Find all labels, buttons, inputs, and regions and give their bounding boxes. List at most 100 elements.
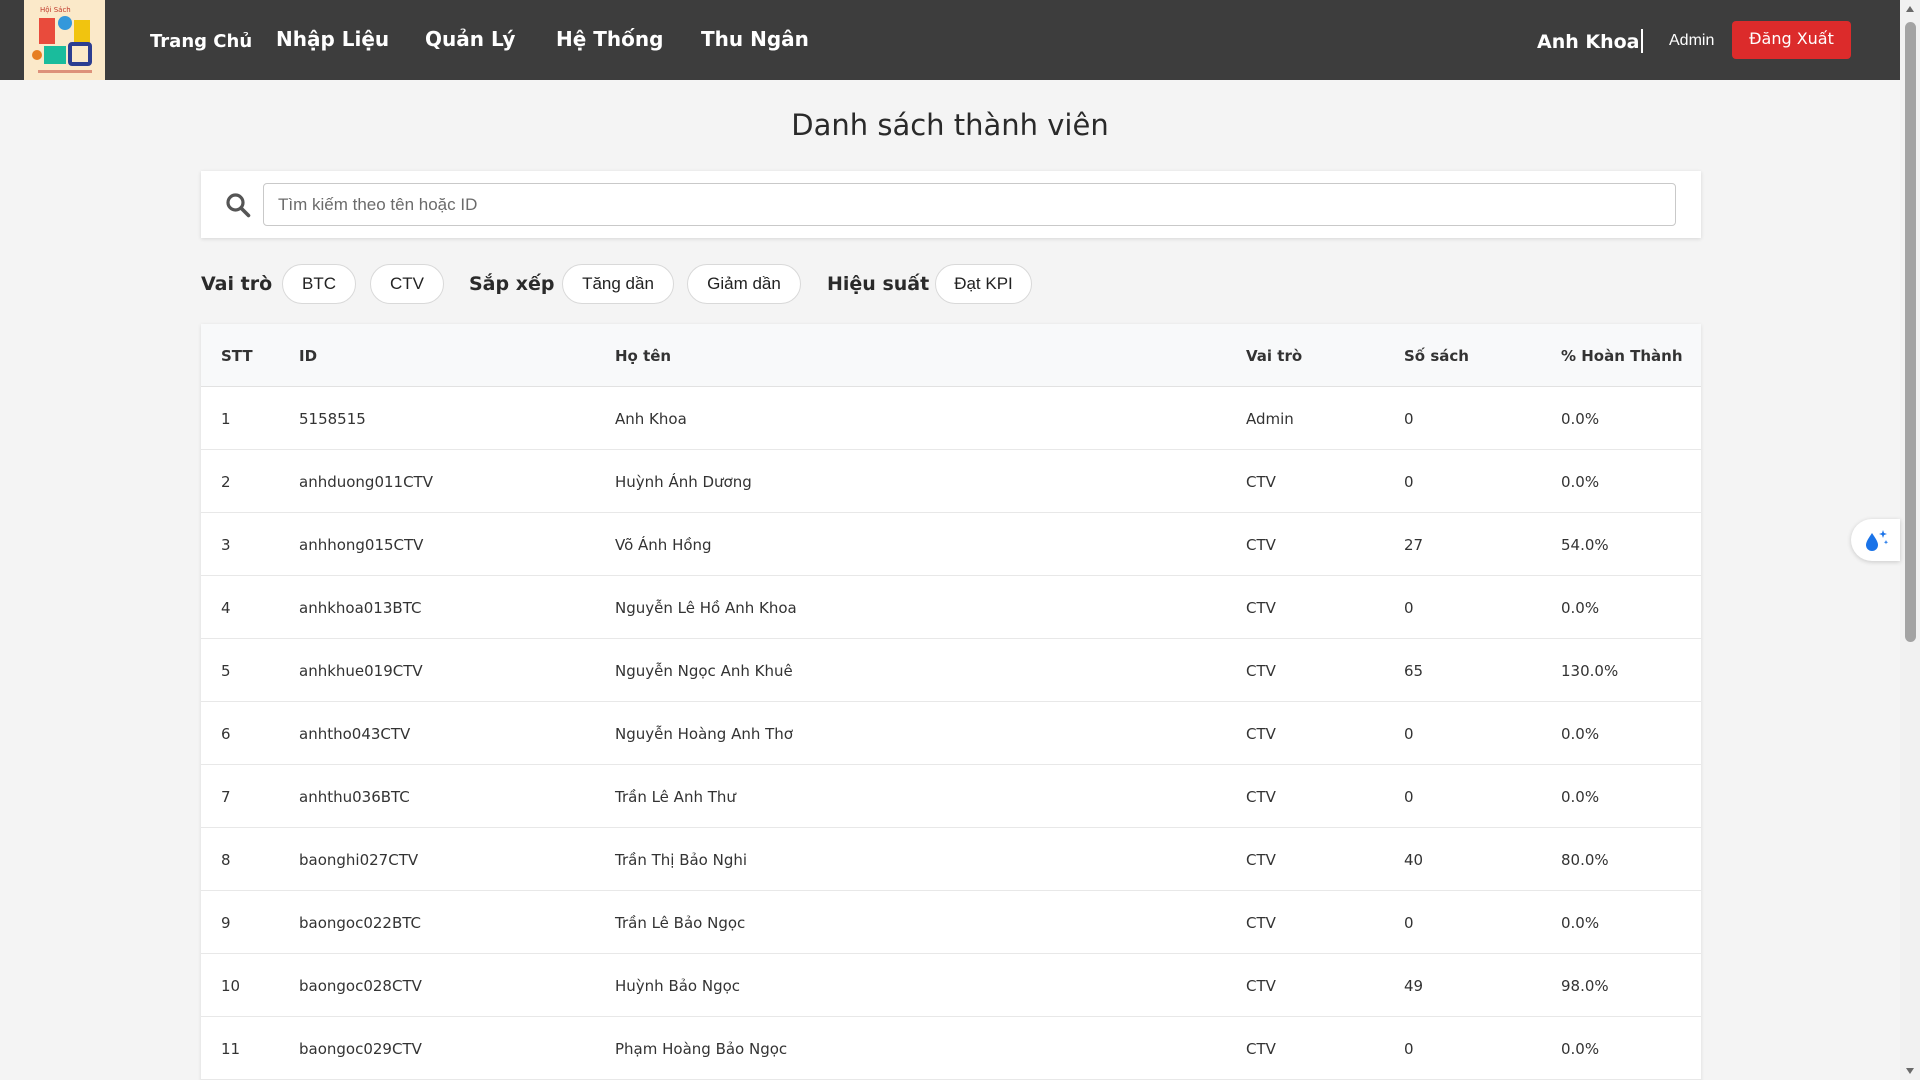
- cell-stt: 10: [221, 977, 241, 995]
- cell-id: anhtho043CTV: [299, 725, 411, 743]
- column-header-id[interactable]: ID: [299, 324, 317, 388]
- cell-completion: 98.0%: [1561, 977, 1609, 995]
- cell-role: CTV: [1246, 536, 1276, 554]
- cell-name: Võ Ánh Hồng: [615, 536, 712, 554]
- cell-completion: 54.0%: [1561, 536, 1609, 554]
- search-bar: [201, 171, 1701, 238]
- cell-completion: 0.0%: [1561, 473, 1600, 491]
- logo-text: Hội Sách: [40, 6, 71, 14]
- cell-id: anhhong015CTV: [299, 536, 424, 554]
- cell-role: CTV: [1246, 662, 1276, 680]
- cell-id: baonghi027CTV: [299, 851, 419, 869]
- cell-role: CTV: [1246, 977, 1276, 995]
- cell-name: Trần Thị Bảo Nghi: [615, 851, 748, 869]
- table-row[interactable]: 5 anhkhue019CTV Nguyễn Ngọc Anh Khuê CTV…: [201, 639, 1701, 702]
- cell-books: 0: [1404, 914, 1414, 932]
- cell-books: 65: [1404, 662, 1424, 680]
- kpi-filter-button[interactable]: Đạt KPI: [935, 264, 1032, 304]
- role-filter-ctv[interactable]: CTV: [370, 264, 444, 304]
- cell-completion: 130.0%: [1561, 662, 1619, 680]
- table-row[interactable]: 11 baongoc029CTV Phạm Hoàng Bảo Ngọc CTV…: [201, 1017, 1701, 1080]
- search-icon: [226, 193, 251, 218]
- cell-stt: 11: [221, 1040, 241, 1058]
- cell-name: Anh Khoa: [615, 410, 687, 428]
- cell-id: anhthu036BTC: [299, 788, 410, 806]
- current-user-role: Admin: [1669, 32, 1715, 49]
- cell-role: CTV: [1246, 788, 1276, 806]
- cell-id: anhkhue019CTV: [299, 662, 423, 680]
- cell-stt: 6: [221, 725, 231, 743]
- cell-role: CTV: [1246, 1040, 1276, 1058]
- site-logo[interactable]: Hội Sách: [24, 0, 105, 80]
- cell-books: 0: [1404, 1040, 1414, 1058]
- table-row[interactable]: 6 anhtho043CTV Nguyễn Hoàng Anh Thơ CTV …: [201, 702, 1701, 765]
- column-header-name[interactable]: Họ tên: [615, 324, 671, 388]
- table-header: STT ID Họ tên Vai trò Số sách % Hoàn Thà…: [201, 324, 1701, 387]
- cell-name: Trần Lê Anh Thư: [615, 788, 736, 806]
- cell-books: 0: [1404, 788, 1414, 806]
- cell-completion: 0.0%: [1561, 914, 1600, 932]
- table-row[interactable]: 4 anhkhoa013BTC Nguyễn Lê Hồ Anh Khoa CT…: [201, 576, 1701, 639]
- table-row[interactable]: 3 anhhong015CTV Võ Ánh Hồng CTV 27 54.0%: [201, 513, 1701, 576]
- members-table: STT ID Họ tên Vai trò Số sách % Hoàn Thà…: [201, 324, 1701, 1080]
- table-row[interactable]: 7 anhthu036BTC Trần Lê Anh Thư CTV 0 0.0…: [201, 765, 1701, 828]
- cell-name: Huỳnh Ánh Dương: [615, 473, 752, 491]
- role-filter-label: Vai trò: [201, 273, 273, 295]
- cell-role: Admin: [1246, 410, 1294, 428]
- cell-id: baongoc028CTV: [299, 977, 422, 995]
- current-user-name: Anh Khoa: [1537, 31, 1640, 53]
- cell-stt: 1: [221, 410, 231, 428]
- nav-link-cashier[interactable]: Thu Ngân: [701, 0, 809, 80]
- cell-books: 0: [1404, 473, 1414, 491]
- table-row[interactable]: 8 baonghi027CTV Trần Thị Bảo Nghi CTV 40…: [201, 828, 1701, 891]
- sort-descending-button[interactable]: Giảm dần: [687, 264, 801, 304]
- cell-role: CTV: [1246, 725, 1276, 743]
- cell-id: anhduong011CTV: [299, 473, 433, 491]
- cell-completion: 0.0%: [1561, 410, 1600, 428]
- cell-books: 40: [1404, 851, 1424, 869]
- cell-completion: 0.0%: [1561, 599, 1600, 617]
- cell-completion: 0.0%: [1561, 725, 1600, 743]
- page-scrollbar[interactable]: [1900, 0, 1920, 1080]
- table-row[interactable]: 1 5158515 Anh Khoa Admin 0 0.0%: [201, 387, 1701, 450]
- scroll-up-arrow-icon[interactable]: [1906, 6, 1914, 12]
- floating-assistant-button[interactable]: [1851, 519, 1900, 561]
- column-header-role[interactable]: Vai trò: [1246, 324, 1302, 388]
- nav-link-data-entry[interactable]: Nhập Liệu: [276, 0, 389, 80]
- nav-link-system[interactable]: Hệ Thống: [556, 0, 663, 80]
- cell-stt: 4: [221, 599, 231, 617]
- performance-filter-label: Hiệu suất: [827, 273, 930, 295]
- column-header-books[interactable]: Số sách: [1404, 324, 1469, 388]
- scroll-down-arrow-icon[interactable]: [1906, 1068, 1914, 1074]
- nav-link-home[interactable]: Trang Chủ: [150, 0, 252, 80]
- scrollbar-thumb[interactable]: [1905, 22, 1916, 642]
- cell-books: 0: [1404, 599, 1414, 617]
- sort-ascending-button[interactable]: Tăng dần: [562, 264, 674, 304]
- top-navbar: Hội Sách Trang Chủ Nhập Liệu Quản Lý Hệ …: [0, 0, 1900, 80]
- cell-name: Huỳnh Bảo Ngọc: [615, 977, 741, 995]
- cell-role: CTV: [1246, 914, 1276, 932]
- nav-link-management[interactable]: Quản Lý: [425, 0, 515, 80]
- logout-button[interactable]: Đăng Xuất: [1732, 21, 1851, 59]
- table-row[interactable]: 9 baongoc022BTC Trần Lê Bảo Ngọc CTV 0 0…: [201, 891, 1701, 954]
- role-filter-btc[interactable]: BTC: [282, 264, 356, 304]
- cell-role: CTV: [1246, 599, 1276, 617]
- cell-books: 0: [1404, 410, 1414, 428]
- table-row[interactable]: 10 baongoc028CTV Huỳnh Bảo Ngọc CTV 49 9…: [201, 954, 1701, 1017]
- table-row[interactable]: 2 anhduong011CTV Huỳnh Ánh Dương CTV 0 0…: [201, 450, 1701, 513]
- user-divider: [1641, 29, 1643, 53]
- cell-stt: 8: [221, 851, 231, 869]
- cell-name: Phạm Hoàng Bảo Ngọc: [615, 1040, 788, 1058]
- cell-completion: 0.0%: [1561, 788, 1600, 806]
- cell-name: Trần Lê Bảo Ngọc: [615, 914, 746, 932]
- cell-name: Nguyễn Ngọc Anh Khuê: [615, 662, 793, 680]
- page-title: Danh sách thành viên: [791, 108, 1109, 142]
- cell-stt: 9: [221, 914, 231, 932]
- sort-label: Sắp xếp: [469, 273, 555, 295]
- search-input[interactable]: [263, 183, 1676, 226]
- column-header-completion[interactable]: % Hoàn Thành: [1561, 324, 1683, 388]
- water-drop-sparkle-icon: [1866, 530, 1889, 551]
- cell-stt: 3: [221, 536, 231, 554]
- column-header-stt[interactable]: STT: [221, 324, 253, 388]
- cell-role: CTV: [1246, 473, 1276, 491]
